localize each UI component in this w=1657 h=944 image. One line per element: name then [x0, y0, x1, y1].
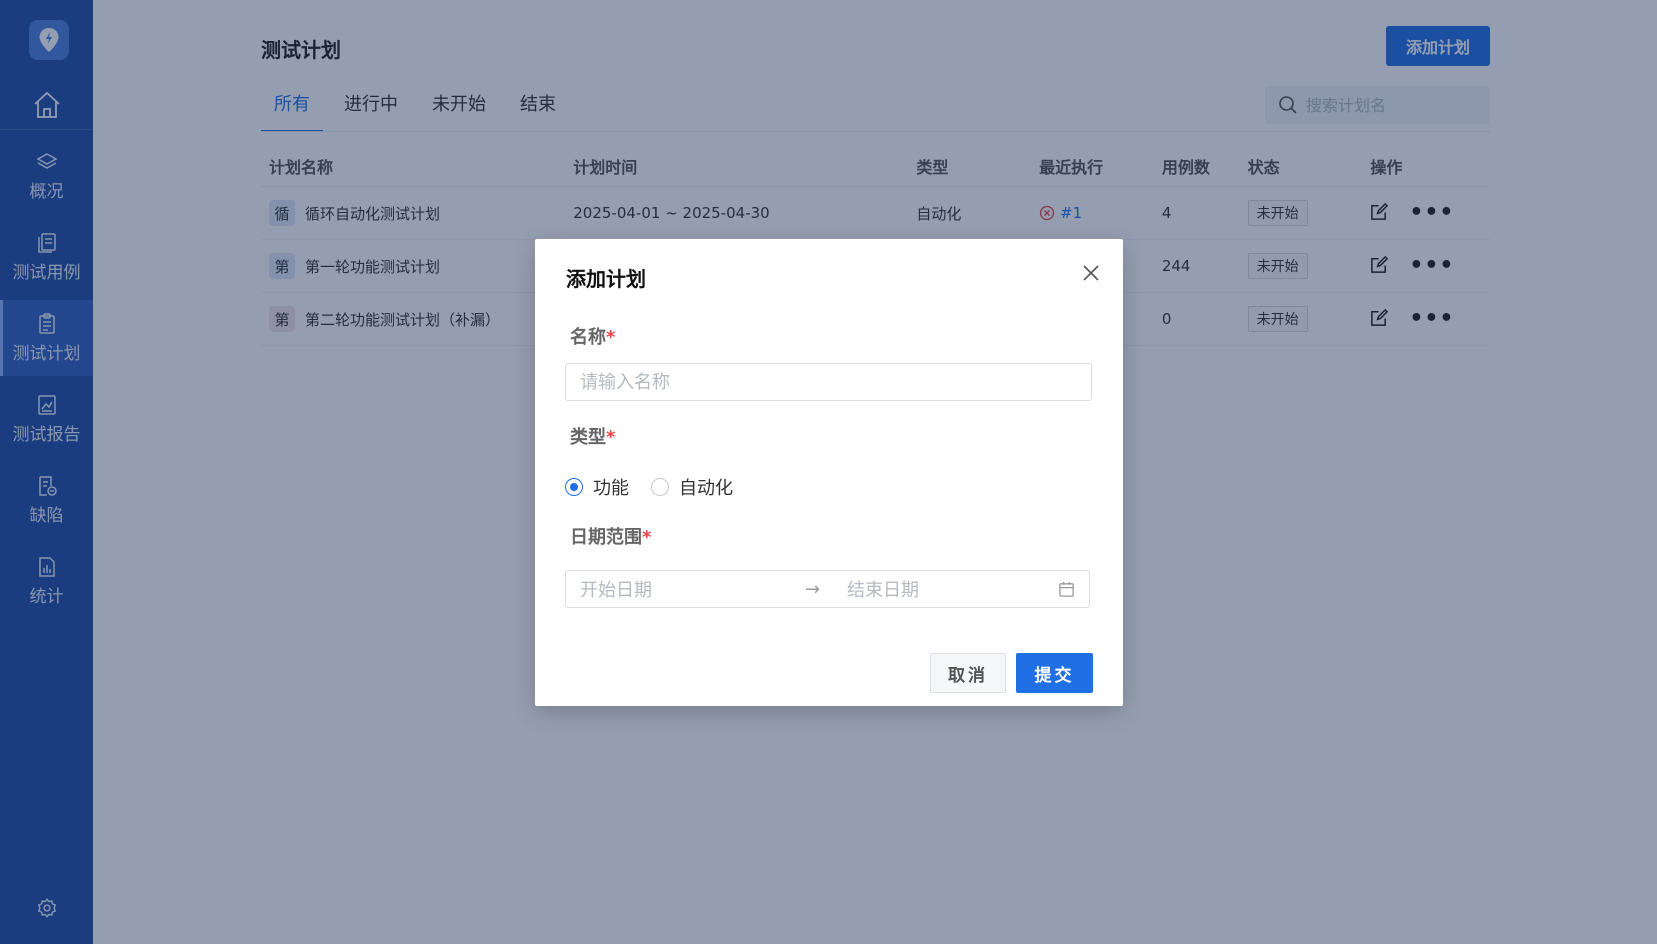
radio-unchecked-icon: [651, 478, 669, 496]
type-radio-functional[interactable]: 功能: [565, 474, 629, 500]
close-icon[interactable]: [1079, 261, 1103, 285]
arrow-right-icon: →: [805, 578, 821, 600]
name-label-text: 名称: [570, 327, 606, 348]
required-mark: *: [606, 327, 616, 348]
type-radio-automation[interactable]: 自动化: [651, 474, 733, 500]
type-field-label: 类型*: [570, 423, 615, 449]
end-date-input[interactable]: 结束日期: [847, 576, 1058, 602]
radio-checked-icon: [565, 478, 583, 496]
radio-label: 功能: [593, 478, 629, 499]
type-label-text: 类型: [570, 427, 606, 448]
dialog-title: 添加计划: [566, 267, 646, 291]
calendar-icon[interactable]: [1058, 581, 1075, 598]
name-field-label: 名称*: [570, 323, 615, 349]
radio-label: 自动化: [679, 478, 733, 499]
date-range-picker[interactable]: 开始日期 → 结束日期: [565, 570, 1090, 608]
required-mark: *: [642, 527, 652, 548]
start-date-input[interactable]: 开始日期: [580, 576, 805, 602]
cancel-button[interactable]: 取消: [930, 653, 1006, 693]
date-field-label: 日期范围*: [570, 523, 651, 549]
date-label-text: 日期范围: [570, 527, 642, 548]
add-plan-dialog: 添加计划 名称* 类型* 功能 自动化 日期范围* 开始日期 → 结束日期 取消…: [535, 239, 1123, 706]
name-input[interactable]: [565, 363, 1092, 401]
required-mark: *: [606, 427, 616, 448]
type-radio-group: 功能 自动化: [565, 474, 755, 500]
submit-button[interactable]: 提交: [1016, 653, 1093, 693]
